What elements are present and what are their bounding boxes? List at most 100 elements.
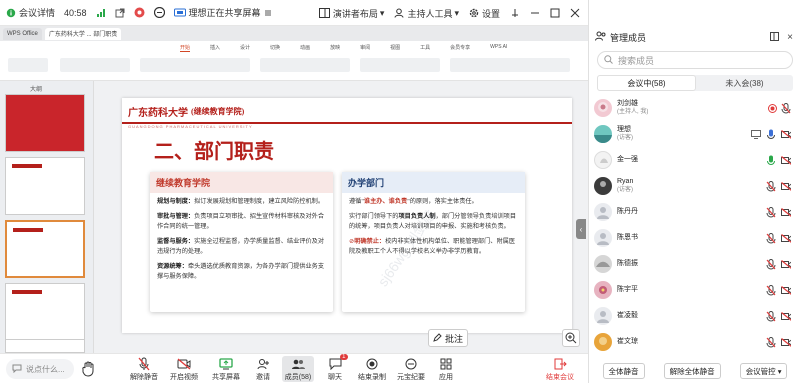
- card-paragraph: 监督与服务：实施全过程监督，办学质量监督、结业评价及对违规行为的处理。: [157, 237, 326, 258]
- member-row[interactable]: 陈丹丹: [589, 199, 800, 225]
- tab-not-joined[interactable]: 未入会(38): [696, 75, 793, 91]
- chevron-down-icon: ▾: [777, 366, 782, 376]
- meeting-control-button[interactable]: 会议管控 ▾: [739, 363, 788, 379]
- member-name-block: 刘剑雄 (主持人, 我): [617, 100, 648, 116]
- member-name: 陈德振: [617, 260, 638, 267]
- muted-mic-icon[interactable]: [766, 284, 776, 296]
- member-row[interactable]: 陈宇平: [589, 277, 800, 303]
- maximize-icon[interactable]: [550, 8, 560, 18]
- meta-summary-button[interactable]: 元宝纪要: [395, 356, 427, 382]
- member-search-input[interactable]: 搜索成员: [597, 51, 793, 69]
- muted-mic-icon[interactable]: [766, 336, 776, 348]
- ribbon-tool-group[interactable]: [450, 58, 570, 72]
- ribbon-tool-group[interactable]: [360, 58, 440, 72]
- tab-in-meeting[interactable]: 会议中(58): [597, 75, 696, 91]
- slide-thumb[interactable]: [5, 339, 85, 353]
- paragraph-text: "的原则，落实主体责任。: [407, 198, 478, 205]
- ribbon-menu-item[interactable]: 开始: [180, 44, 191, 52]
- member-row[interactable]: 理想 (访客): [589, 121, 800, 147]
- hand-raise-icon[interactable]: [82, 361, 96, 380]
- chat-button[interactable]: 1 聊天: [319, 354, 351, 382]
- members-button[interactable]: 成员(58): [282, 356, 314, 382]
- end-meeting-label: 结束会议: [546, 374, 574, 381]
- muted-mic-icon[interactable]: [766, 206, 776, 218]
- meeting-time: 40:58: [64, 7, 87, 18]
- sharing-status: 理想正在共享屏幕: [173, 6, 272, 19]
- ribbon-menu-item[interactable]: 工具: [420, 44, 430, 52]
- ribbon-menu-item[interactable]: WPS AI: [490, 44, 507, 52]
- ribbon-menu-item[interactable]: 放映: [330, 44, 340, 52]
- video-off-icon[interactable]: [781, 336, 791, 348]
- slide-thumb-current[interactable]: [5, 220, 85, 278]
- end-record-button[interactable]: 结束录制: [356, 356, 388, 382]
- end-meeting-button[interactable]: 结束会议: [540, 356, 580, 382]
- host-tools-button[interactable]: 主持人工具 ▾: [394, 7, 459, 20]
- video-off-icon[interactable]: [781, 284, 791, 296]
- ribbon-tool-group[interactable]: [140, 58, 250, 72]
- mute-all-button[interactable]: 全体静音: [602, 363, 645, 379]
- search-icon: [604, 54, 613, 66]
- ribbon-menu-item[interactable]: 插入: [210, 44, 220, 52]
- say-something-input[interactable]: 说点什么...: [6, 359, 74, 379]
- ribbon-menu-item[interactable]: 视图: [390, 44, 400, 52]
- mic-active-icon[interactable]: [766, 154, 776, 166]
- muted-mic-icon[interactable]: [781, 102, 791, 114]
- menu-icon[interactable]: [264, 9, 272, 17]
- wps-home-tab[interactable]: WPS Office: [3, 27, 42, 40]
- member-name: 崔文琼: [617, 338, 638, 345]
- video-off-icon[interactable]: [781, 232, 791, 244]
- member-row[interactable]: Ryan (访客): [589, 173, 800, 199]
- member-row[interactable]: 崔凌毅: [589, 303, 800, 329]
- muted-mic-icon[interactable]: [766, 232, 776, 244]
- slide-thumb[interactable]: [5, 157, 85, 215]
- header-rule: [122, 122, 572, 124]
- minimize-icon[interactable]: [530, 8, 540, 18]
- meeting-detail[interactable]: 会议详情: [6, 6, 55, 19]
- pin-icon[interactable]: [510, 8, 520, 18]
- share-screen-button[interactable]: 共享屏幕: [210, 356, 242, 382]
- ribbon-menu-item[interactable]: 切换: [270, 44, 280, 52]
- zoom-button[interactable]: [562, 329, 580, 347]
- avatar: [594, 229, 612, 247]
- muted-mic-icon[interactable]: [766, 310, 776, 322]
- invite-button[interactable]: 邀请: [247, 356, 279, 382]
- member-row[interactable]: 陈恩书: [589, 225, 800, 251]
- video-button[interactable]: 开启视频: [168, 356, 200, 382]
- member-row[interactable]: 崔文琼: [589, 329, 800, 355]
- member-row[interactable]: 金一强: [589, 147, 800, 173]
- ribbon-menu-item[interactable]: 设计: [240, 44, 250, 52]
- member-row[interactable]: 陈德振: [589, 251, 800, 277]
- close-icon[interactable]: [570, 8, 580, 18]
- ribbon-tool-group[interactable]: [8, 58, 48, 72]
- ribbon-tool-group[interactable]: [60, 58, 130, 72]
- document-tab[interactable]: 广东药科大学 ... 部门职责: [44, 27, 122, 40]
- muted-mic-icon[interactable]: [766, 258, 776, 270]
- slide-thumb[interactable]: [5, 283, 85, 341]
- presenter-layout-button[interactable]: 演讲者布局 ▾: [318, 7, 384, 20]
- mic-icon[interactable]: [766, 128, 776, 140]
- apps-button[interactable]: 应用: [430, 356, 462, 382]
- unmute-button[interactable]: 解除静音: [128, 356, 160, 382]
- external-link-icon[interactable]: [115, 8, 125, 18]
- video-off-icon[interactable]: [781, 154, 791, 166]
- video-off-icon[interactable]: [781, 206, 791, 218]
- ribbon-menu-item[interactable]: 审阅: [360, 44, 370, 52]
- video-off-icon[interactable]: [781, 180, 791, 192]
- unmute-all-button[interactable]: 解除全体静音: [663, 363, 721, 379]
- apps-icon: [440, 356, 452, 372]
- outline-label: 大纲: [30, 87, 43, 93]
- muted-mic-icon[interactable]: [766, 180, 776, 192]
- video-off-icon[interactable]: [781, 258, 791, 270]
- annotate-button[interactable]: 批注: [428, 329, 468, 347]
- collapse-panel-button[interactable]: ‹: [576, 219, 586, 239]
- ribbon-menu-item[interactable]: 动画: [300, 44, 310, 52]
- ribbon-tool-group[interactable]: [260, 58, 350, 72]
- video-off-icon[interactable]: [781, 310, 791, 322]
- close-icon[interactable]: ×: [787, 32, 793, 43]
- popout-icon[interactable]: [770, 31, 779, 43]
- slide-thumb[interactable]: [5, 94, 85, 152]
- member-row[interactable]: 刘剑雄 (主持人, 我): [589, 95, 800, 121]
- settings-button[interactable]: 设置: [469, 7, 500, 20]
- ribbon-menu-item[interactable]: 会员专享: [450, 44, 470, 52]
- video-off-icon[interactable]: [781, 128, 791, 140]
